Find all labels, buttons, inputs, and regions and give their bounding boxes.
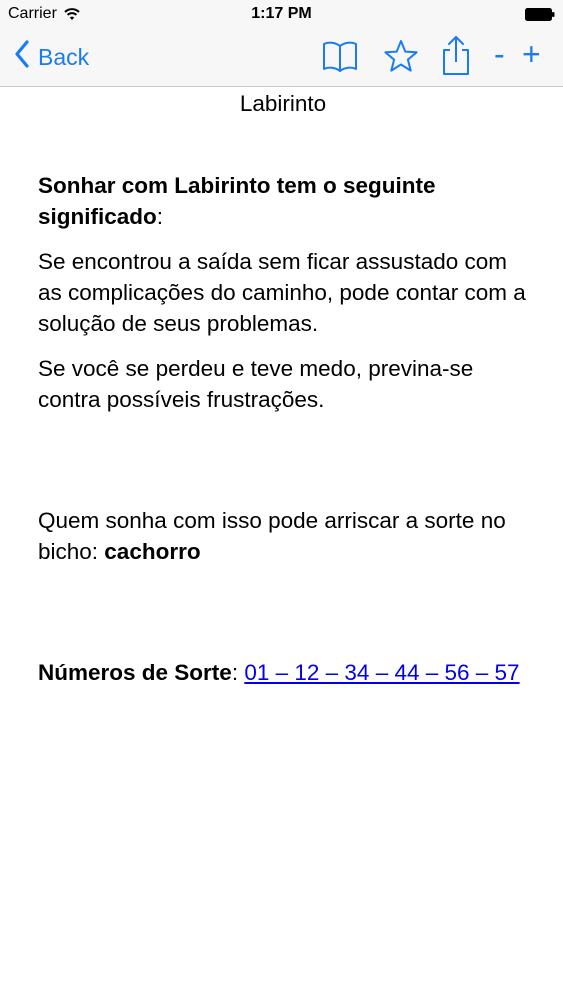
share-icon[interactable]: [439, 34, 473, 76]
meaning-heading-colon: :: [156, 204, 164, 229]
lucky-numbers-paragraph: Números de Sorte: 01 – 12 – 34 – 44 – 56…: [38, 657, 528, 688]
zoom-out-button[interactable]: -: [494, 36, 505, 72]
book-icon[interactable]: [321, 38, 359, 74]
chevron-left-icon: [14, 40, 30, 74]
lucky-numbers-link[interactable]: 01 – 12 – 34 – 44 – 56 – 57: [244, 660, 519, 685]
star-icon[interactable]: [382, 38, 420, 74]
lucky-numbers-colon: :: [231, 660, 245, 685]
status-bar: Carrier 1:17 PM: [0, 0, 563, 30]
back-button[interactable]: Back: [14, 40, 89, 74]
meaning-paragraph-2: Se você se perdeu e teve medo, previna-s…: [38, 356, 474, 412]
battery-icon: [525, 8, 555, 21]
meaning-heading-text: Sonhar com Labirinto tem o seguinte sign…: [38, 173, 436, 229]
clock: 1:17 PM: [251, 5, 312, 22]
back-label: Back: [38, 43, 90, 70]
article-title: Labirinto: [239, 91, 327, 116]
lucky-numbers-label: Números de Sorte: [38, 660, 232, 685]
zoom-in-button[interactable]: +: [522, 36, 541, 72]
bicho-animal: cachorro: [104, 539, 201, 564]
navigation-bar: Back - +: [0, 30, 563, 87]
meaning-paragraph-1: Se encontrou a saída sem ficar assustado…: [38, 249, 526, 336]
bicho-paragraph: Quem sonha com isso pode arriscar a sort…: [38, 505, 528, 567]
meaning-heading: Sonhar com Labirinto tem o seguinte sign…: [38, 170, 528, 232]
article-content: Labirinto Sonhar com Labirinto tem o seg…: [38, 88, 528, 702]
